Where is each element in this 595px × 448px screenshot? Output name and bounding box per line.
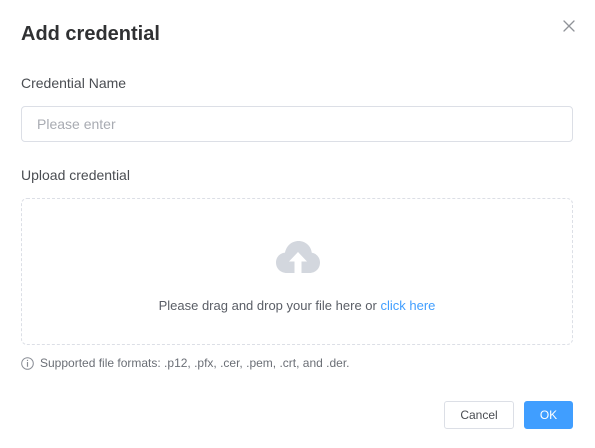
credential-name-label: Credential Name	[21, 75, 127, 91]
dropzone-text: Please drag and drop your file here or	[158, 298, 377, 313]
close-button[interactable]	[561, 18, 577, 34]
ok-button[interactable]: OK	[524, 401, 573, 429]
click-here-link[interactable]: click here	[380, 298, 435, 313]
cancel-button[interactable]: Cancel	[444, 401, 514, 429]
add-credential-dialog: Add credential Credential Name Upload cr…	[0, 0, 595, 448]
close-icon	[563, 20, 575, 32]
supported-formats-hint: Supported file formats: .p12, .pfx, .cer…	[21, 356, 350, 370]
cloud-upload-icon	[276, 241, 320, 273]
hint-text: Supported file formats: .p12, .pfx, .cer…	[40, 356, 350, 370]
upload-credential-label: Upload credential	[21, 167, 130, 183]
credential-name-input[interactable]	[21, 106, 573, 142]
dropzone-instructions: Please drag and drop your file here or c…	[22, 298, 572, 314]
upload-dropzone[interactable]: Please drag and drop your file here or c…	[21, 198, 573, 345]
info-icon	[21, 356, 34, 370]
dialog-title: Add credential	[21, 23, 160, 45]
